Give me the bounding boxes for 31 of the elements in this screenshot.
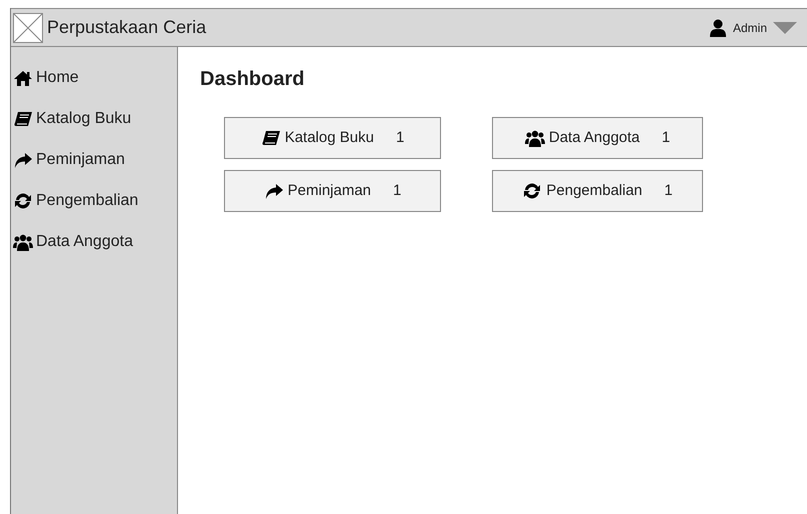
sidebar-item[interactable]: Home bbox=[11, 57, 177, 98]
caret-icon bbox=[773, 22, 797, 34]
card-count: 1 bbox=[664, 180, 673, 201]
card-count: 1 bbox=[393, 180, 402, 201]
dashboard-card[interactable]: Katalog Buku 1 bbox=[224, 117, 441, 159]
home-icon bbox=[13, 68, 33, 86]
page-heading: Dashboard bbox=[200, 67, 306, 91]
card-count: 1 bbox=[396, 128, 404, 148]
card-label: Peminjaman bbox=[288, 180, 372, 201]
card-label: Pengembalian bbox=[546, 180, 642, 201]
sidebar-item[interactable]: Pengembalian bbox=[11, 180, 177, 221]
user-icon bbox=[708, 18, 727, 36]
user-menu[interactable]: Admin bbox=[708, 18, 797, 36]
users-icon bbox=[524, 129, 545, 147]
book-icon bbox=[260, 129, 281, 147]
users-icon bbox=[13, 232, 33, 250]
book-icon bbox=[13, 110, 33, 128]
sidebar-item[interactable]: Peminjaman bbox=[11, 139, 177, 180]
refresh-icon bbox=[522, 182, 542, 200]
forward-arrow-icon bbox=[13, 150, 33, 168]
dashboard-card[interactable]: Peminjaman 1 bbox=[224, 170, 441, 212]
refresh-icon bbox=[13, 192, 33, 210]
dashboard-card[interactable]: Pengembalian 1 bbox=[492, 170, 703, 212]
card-label: Katalog Buku bbox=[284, 128, 374, 148]
dashboard-card[interactable]: Data Anggota 1 bbox=[492, 117, 703, 159]
card-label: Data Anggota bbox=[548, 128, 640, 148]
forward-arrow-icon bbox=[264, 182, 284, 200]
card-count: 1 bbox=[662, 128, 670, 148]
sidebar-item[interactable]: Katalog Buku bbox=[11, 98, 177, 139]
app-title: Perpustakaan Ceria bbox=[47, 16, 206, 39]
sidebar-item[interactable]: Data Anggota bbox=[11, 221, 177, 262]
